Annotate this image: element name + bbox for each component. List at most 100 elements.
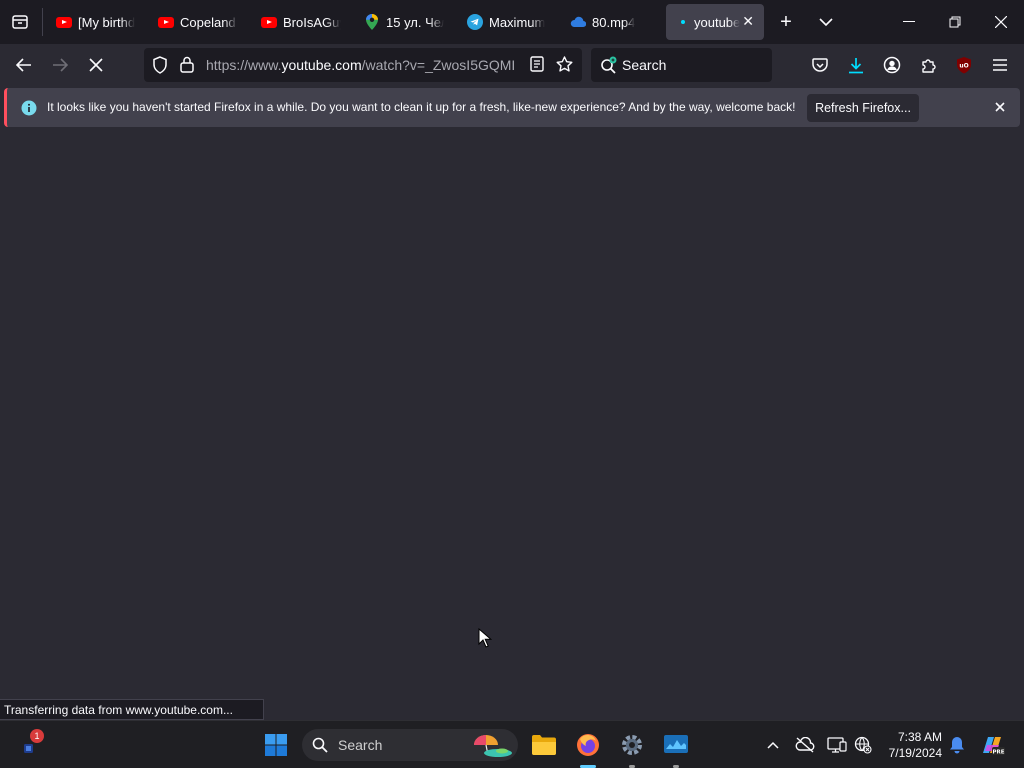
tracking-protection-shield-icon[interactable] xyxy=(152,56,168,79)
search-engine-icon[interactable] xyxy=(600,56,618,79)
search-bar[interactable]: Search xyxy=(591,48,772,82)
reader-view-icon[interactable] xyxy=(530,56,544,77)
plus-icon: + xyxy=(780,10,792,33)
puzzle-piece-icon xyxy=(921,58,936,73)
taskbar-search-placeholder: Search xyxy=(338,737,383,753)
telegram-icon xyxy=(467,14,483,30)
minimize-icon xyxy=(903,21,915,22)
ublock-origin-button[interactable]: uO xyxy=(949,50,979,80)
youtube-icon xyxy=(56,14,72,30)
account-icon xyxy=(883,56,901,74)
search-highlight-beach-icon xyxy=(470,731,514,764)
status-panel: Transferring data from www.youtube.com..… xyxy=(0,699,264,720)
restore-button[interactable] xyxy=(941,8,969,36)
close-tab-icon[interactable]: ✕ xyxy=(742,14,754,28)
monitor-chart-icon xyxy=(664,735,688,753)
url-text[interactable]: https://www.youtube.com/watch?v=_ZwosI5G… xyxy=(206,57,518,73)
forward-button[interactable] xyxy=(45,50,75,80)
file-explorer-button[interactable] xyxy=(528,729,560,761)
tab-title: youtube xyxy=(694,14,740,30)
onedrive-offline-button[interactable] xyxy=(789,729,821,761)
tab-title: 80.mp4 xyxy=(592,14,636,30)
info-icon xyxy=(21,100,37,121)
gear-icon xyxy=(622,735,642,755)
network-button[interactable] xyxy=(847,729,879,761)
page-content-area[interactable] xyxy=(0,131,1024,720)
close-window-button[interactable] xyxy=(987,8,1015,36)
settings-taskbar-button[interactable] xyxy=(616,729,648,768)
firefox-view-icon xyxy=(12,15,28,29)
clock-time[interactable]: 7:38 AM xyxy=(884,730,942,744)
monitor-app-taskbar-button[interactable] xyxy=(660,729,692,768)
tab-80-mp4[interactable]: 80.mp4 xyxy=(570,4,650,40)
firefox-view-button[interactable] xyxy=(6,8,34,36)
tab-youtube-active[interactable]: youtube ✕ xyxy=(666,4,764,40)
bell-icon xyxy=(950,737,964,754)
notification-badge: 1 xyxy=(30,729,44,743)
notification-message: It looks like you haven't started Firefo… xyxy=(47,100,796,114)
tab-maps[interactable]: 15 ул. Чел xyxy=(364,4,444,40)
loading-dot-icon xyxy=(680,14,686,30)
tab-copeland[interactable]: Copeland I xyxy=(158,4,238,40)
url-bar[interactable]: https://www.youtube.com/watch?v=_ZwosI5G… xyxy=(144,48,582,82)
app-menu-button[interactable] xyxy=(985,50,1015,80)
restore-icon xyxy=(949,16,961,28)
tab-my-birthday[interactable]: [My birthd xyxy=(56,4,136,40)
ublock-shield-icon: uO xyxy=(957,57,971,74)
tab-title: [My birthd xyxy=(78,14,136,30)
close-icon xyxy=(995,16,1007,28)
forward-arrow-icon xyxy=(53,58,68,72)
refresh-firefox-notification: It looks like you haven't started Firefo… xyxy=(4,88,1020,127)
start-button[interactable] xyxy=(260,729,292,761)
maps-pin-icon xyxy=(364,14,380,30)
notifications-button[interactable] xyxy=(941,729,973,761)
minimize-button[interactable] xyxy=(895,8,923,36)
taskbar-search-box[interactable]: Search xyxy=(302,729,518,761)
tab-broisaguy[interactable]: BroIsAGuy xyxy=(261,4,341,40)
cloud-offline-icon xyxy=(795,737,815,753)
network-globe-icon xyxy=(854,736,872,754)
windows-taskbar: 1 Search 7:38 AM 7/19/2024 PRE xyxy=(0,720,1024,768)
copilot-icon: PRE xyxy=(983,737,1005,756)
weather-widget-button[interactable]: 1 xyxy=(14,729,46,761)
stop-loading-button[interactable] xyxy=(81,50,111,80)
search-icon xyxy=(312,737,328,758)
svg-text:uO: uO xyxy=(959,63,968,70)
tab-title: Copeland I xyxy=(180,14,238,30)
tab-title: 15 ул. Чел xyxy=(386,14,444,30)
tab-title: Maximum xyxy=(489,14,546,30)
navigation-toolbar: https://www.youtube.com/watch?v=_ZwosI5G… xyxy=(0,44,1024,86)
clock-date[interactable]: 7/19/2024 xyxy=(884,746,942,760)
close-notification-icon[interactable] xyxy=(994,100,1006,118)
list-all-tabs-button[interactable] xyxy=(812,8,840,36)
show-hidden-icons-button[interactable] xyxy=(757,729,789,761)
tab-strip: [My birthd Copeland I BroIsAGuy 15 ул. Ч… xyxy=(0,0,1024,44)
url-domain: youtube.com xyxy=(281,57,362,73)
pocket-button[interactable] xyxy=(805,50,835,80)
pocket-icon xyxy=(812,57,828,72)
url-prefix: https://www. xyxy=(206,57,282,73)
firefox-logo-icon xyxy=(577,734,599,756)
downloads-button[interactable] xyxy=(841,50,871,80)
lock-icon[interactable] xyxy=(180,56,194,78)
bookmark-star-icon[interactable] xyxy=(556,56,573,78)
chevron-up-icon xyxy=(767,741,779,749)
refresh-firefox-button[interactable]: Refresh Firefox... xyxy=(807,94,919,122)
windows-logo-icon xyxy=(265,734,287,756)
folder-icon xyxy=(532,735,556,755)
copilot-button[interactable]: PRE xyxy=(976,729,1008,761)
new-tab-button[interactable]: + xyxy=(772,8,800,36)
account-button[interactable] xyxy=(877,50,907,80)
mouse-cursor-icon xyxy=(478,627,493,653)
firefox-taskbar-button[interactable] xyxy=(572,729,604,768)
stop-icon xyxy=(89,58,103,72)
youtube-icon xyxy=(158,14,174,30)
tab-telegram[interactable]: Maximum xyxy=(467,4,547,40)
search-placeholder: Search xyxy=(622,57,667,73)
tab-separator xyxy=(42,8,43,36)
extensions-button[interactable] xyxy=(913,50,943,80)
back-button[interactable] xyxy=(9,50,39,80)
back-arrow-icon xyxy=(16,58,31,72)
svg-text:PRE: PRE xyxy=(992,750,1004,756)
chevron-down-icon xyxy=(819,17,833,26)
